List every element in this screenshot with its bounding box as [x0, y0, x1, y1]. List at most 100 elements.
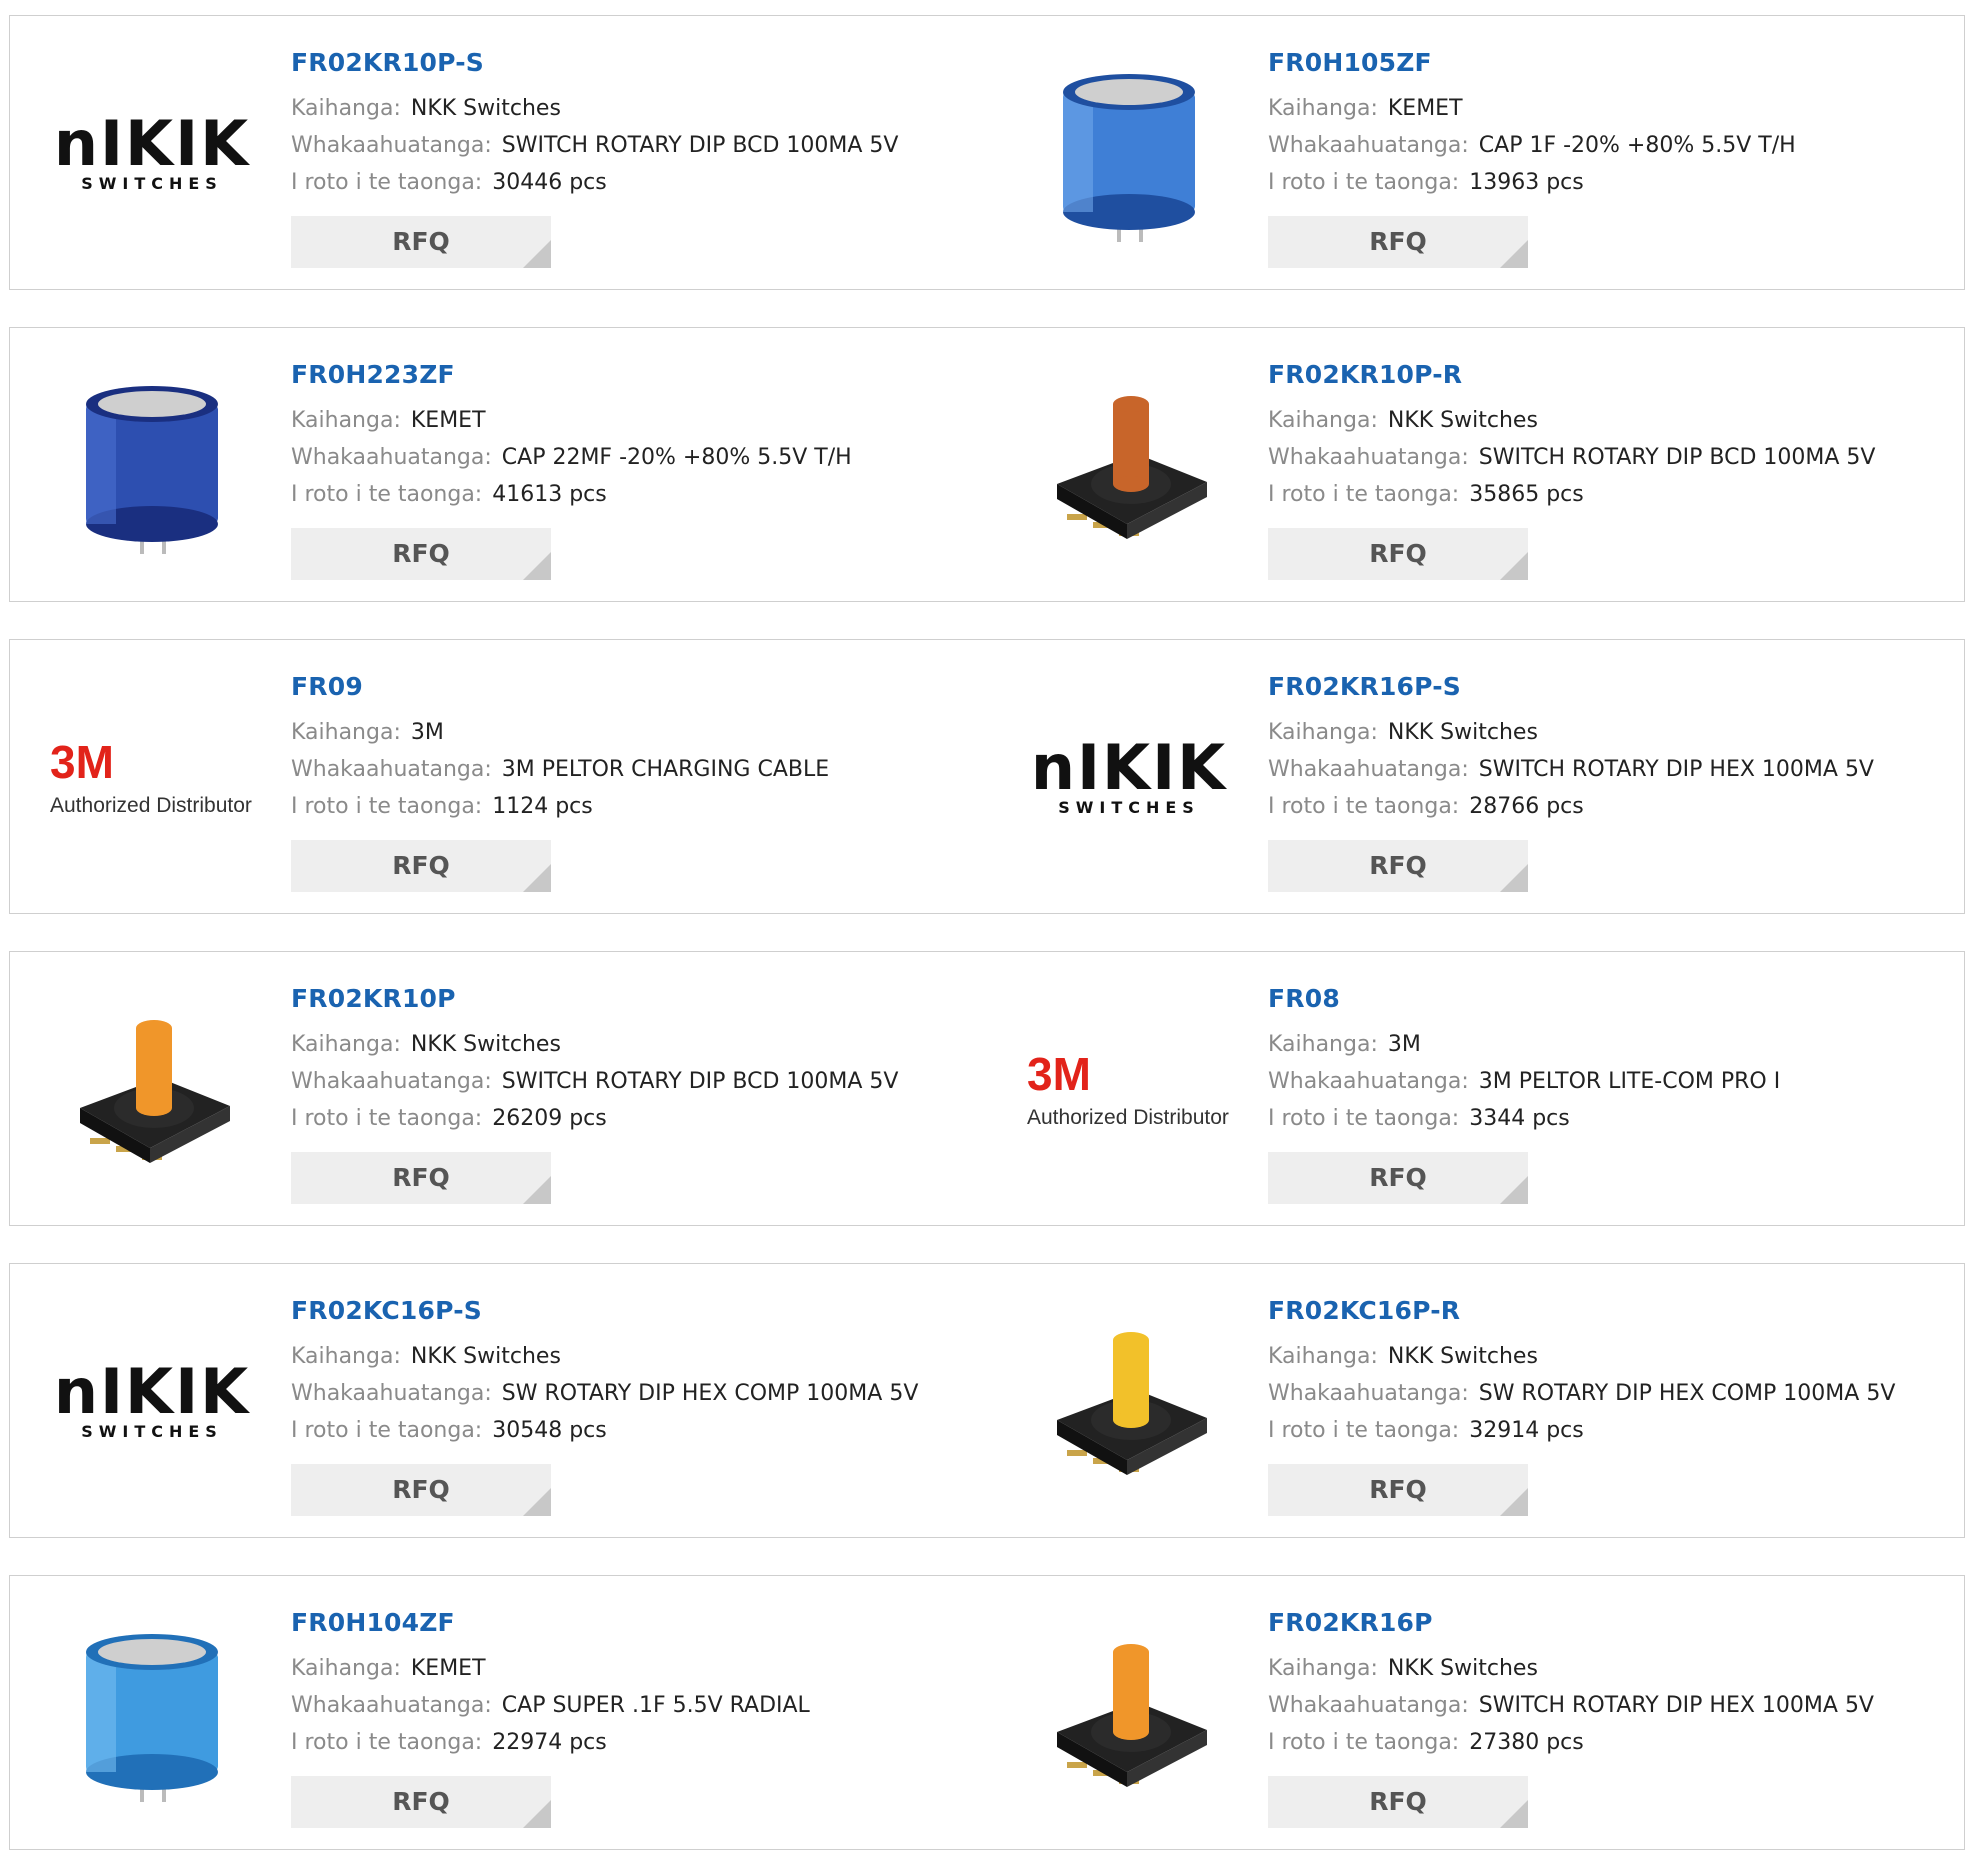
part-number-link[interactable]: FR02KR16P — [1268, 1606, 1954, 1640]
nkk-switches-logo: nIKIKSWITCHES — [54, 1355, 250, 1441]
rfq-button-label: RFQ — [1369, 539, 1427, 568]
svg-text:nIKIK: nIKIK — [54, 1355, 250, 1428]
stock-row-label: I roto i te taonga: — [1268, 794, 1460, 819]
svg-text:Authorized Distributor: Authorized Distributor — [1027, 1106, 1229, 1129]
product-thumbnail[interactable] — [1027, 52, 1231, 256]
stock-row-value: 35865 pcs — [1469, 482, 1584, 507]
rfq-button-label: RFQ — [392, 539, 450, 568]
product-card: nIKIK SWITCHES FR02KC16P-S Kaihanga: NKK Swi… — [9, 1263, 989, 1538]
rotary-switch-image — [1057, 1332, 1207, 1475]
manufacturer-row-label: Kaihanga: — [291, 720, 401, 745]
description-row-label: Whakaahuatanga: — [291, 757, 492, 782]
manufacturer-row-value: NKK Switches — [410, 96, 561, 121]
rfq-button[interactable]: RFQ — [1268, 840, 1528, 892]
description-row-label: Whakaahuatanga: — [1268, 757, 1469, 782]
stock-row: I roto i te taonga: 35865 pcs — [1268, 476, 1954, 513]
part-number-link[interactable]: FR08 — [1268, 982, 1954, 1016]
manufacturer-row-label: Kaihanga: — [1268, 408, 1378, 433]
svg-text:Authorized Distributor: Authorized Distributor — [50, 794, 252, 817]
rfq-button[interactable]: RFQ — [291, 528, 551, 580]
part-number-link[interactable]: FR0H223ZF — [291, 358, 978, 392]
product-thumbnail[interactable] — [50, 988, 254, 1192]
manufacturer-row: Kaihanga: KEMET — [291, 1650, 978, 1687]
rfq-button[interactable]: RFQ — [1268, 1152, 1528, 1204]
3m-authorized-distributor-logo: 3M Authorized Distributor — [1027, 1048, 1229, 1129]
description-row-value: CAP SUPER .1F 5.5V RADIAL — [501, 1693, 810, 1718]
rfq-button[interactable]: RFQ — [291, 1776, 551, 1828]
svg-text:SWITCHES: SWITCHES — [81, 174, 223, 193]
rfq-button-label: RFQ — [1369, 1163, 1427, 1192]
description-row-value: CAP 22MF -20% +80% 5.5V T/H — [501, 445, 852, 470]
rfq-button[interactable]: RFQ — [291, 840, 551, 892]
part-number-link[interactable]: FR02KR10P — [291, 982, 978, 1016]
nkk-switches-logo: nIKIKSWITCHES — [1031, 731, 1225, 817]
rfq-button-label: RFQ — [392, 1163, 450, 1192]
product-thumbnail[interactable]: nIKIK SWITCHES — [50, 1300, 254, 1504]
manufacturer-row: Kaihanga: 3M — [291, 714, 978, 751]
product-card: FR02KR10P-R Kaihanga: NKK Switches Whakaahu… — [987, 327, 1965, 602]
stock-row: I roto i te taonga: 27380 pcs — [1268, 1724, 1954, 1761]
stock-row-label: I roto i te taonga: — [1268, 482, 1460, 507]
part-number-link[interactable]: FR02KR10P-R — [1268, 358, 1954, 392]
stock-row-label: I roto i te taonga: — [1268, 1106, 1460, 1131]
corner-triangle-icon — [523, 240, 551, 268]
product-thumbnail[interactable] — [1027, 1612, 1231, 1816]
manufacturer-row: Kaihanga: NKK Switches — [1268, 714, 1954, 751]
rfq-button-label: RFQ — [392, 227, 450, 256]
product-card: nIKIK SWITCHES FR02KR16P-S Kaihanga: NKK Swi… — [987, 639, 1965, 914]
product-card: FR02KR10P Kaihanga: NKK Switches Whakaahuat… — [9, 951, 989, 1226]
rfq-button[interactable]: RFQ — [1268, 216, 1528, 268]
stock-row-label: I roto i te taonga: — [291, 482, 483, 507]
product-card: 3M Authorized Distributor FR08 Kaihanga: 3M W… — [987, 951, 1965, 1226]
rotary-switch-image — [80, 1020, 230, 1163]
manufacturer-row: Kaihanga: KEMET — [1268, 90, 1954, 127]
product-thumbnail[interactable]: 3M Authorized Distributor — [50, 676, 254, 880]
manufacturer-row-value: NKK Switches — [1387, 408, 1538, 433]
rfq-button[interactable]: RFQ — [1268, 1464, 1528, 1516]
description-row-value: SWITCH ROTARY DIP HEX 100MA 5V — [1478, 1693, 1874, 1718]
capacitor-image — [1063, 74, 1195, 242]
product-info: FR02KC16P-S Kaihanga: NKK Switches Whakaahu… — [291, 1294, 978, 1449]
corner-triangle-icon — [1500, 864, 1528, 892]
product-thumbnail[interactable]: 3M Authorized Distributor — [1027, 988, 1231, 1192]
product-thumbnail[interactable] — [1027, 1300, 1231, 1504]
part-number-link[interactable]: FR02KC16P-S — [291, 1294, 978, 1328]
description-row: Whakaahuatanga: 3M PELTOR CHARGING CABLE — [291, 751, 978, 788]
part-number-link[interactable]: FR0H105ZF — [1268, 46, 1954, 80]
product-thumbnail[interactable]: nIKIK SWITCHES — [1027, 676, 1231, 880]
stock-row-value: 22974 pcs — [492, 1730, 607, 1755]
manufacturer-row-value: 3M — [410, 720, 444, 745]
description-row-value: SWITCH ROTARY DIP HEX 100MA 5V — [1478, 757, 1874, 782]
stock-row-label: I roto i te taonga: — [1268, 1418, 1460, 1443]
rfq-button[interactable]: RFQ — [1268, 528, 1528, 580]
3m-authorized-distributor-logo: 3M Authorized Distributor — [50, 736, 252, 817]
part-number-link[interactable]: FR09 — [291, 670, 978, 704]
description-row-label: Whakaahuatanga: — [291, 1693, 492, 1718]
corner-triangle-icon — [1500, 1488, 1528, 1516]
stock-row-value: 26209 pcs — [492, 1106, 607, 1131]
stock-row-label: I roto i te taonga: — [291, 794, 483, 819]
description-row-label: Whakaahuatanga: — [291, 1069, 492, 1094]
part-number-link[interactable]: FR02KC16P-R — [1268, 1294, 1954, 1328]
rfq-button[interactable]: RFQ — [291, 1152, 551, 1204]
rfq-button[interactable]: RFQ — [291, 216, 551, 268]
rfq-button-label: RFQ — [1369, 227, 1427, 256]
rfq-button[interactable]: RFQ — [291, 1464, 551, 1516]
product-card: 3M Authorized Distributor FR09 Kaihanga: 3M W… — [9, 639, 989, 914]
part-number-link[interactable]: FR02KR16P-S — [1268, 670, 1954, 704]
description-row: Whakaahuatanga: CAP 22MF -20% +80% 5.5V T… — [291, 439, 978, 476]
part-number-link[interactable]: FR0H104ZF — [291, 1606, 978, 1640]
product-thumbnail[interactable] — [50, 1612, 254, 1816]
rfq-button-label: RFQ — [392, 1475, 450, 1504]
capacitor-image — [86, 1634, 218, 1802]
rfq-button[interactable]: RFQ — [1268, 1776, 1528, 1828]
manufacturer-row-label: Kaihanga: — [291, 1344, 401, 1369]
product-thumbnail[interactable] — [1027, 364, 1231, 568]
part-number-link[interactable]: FR02KR10P-S — [291, 46, 978, 80]
description-row-label: Whakaahuatanga: — [1268, 1069, 1469, 1094]
product-thumbnail[interactable]: nIKIK SWITCHES — [50, 52, 254, 256]
product-card: FR0H223ZF Kaihanga: KEMET Whakaahuatanga: CA… — [9, 327, 989, 602]
product-grid: nIKIK SWITCHES FR02KR10P-S Kaihanga: NKK Swi… — [0, 0, 1965, 1850]
rotary-switch-image — [1057, 396, 1207, 539]
product-thumbnail[interactable] — [50, 364, 254, 568]
